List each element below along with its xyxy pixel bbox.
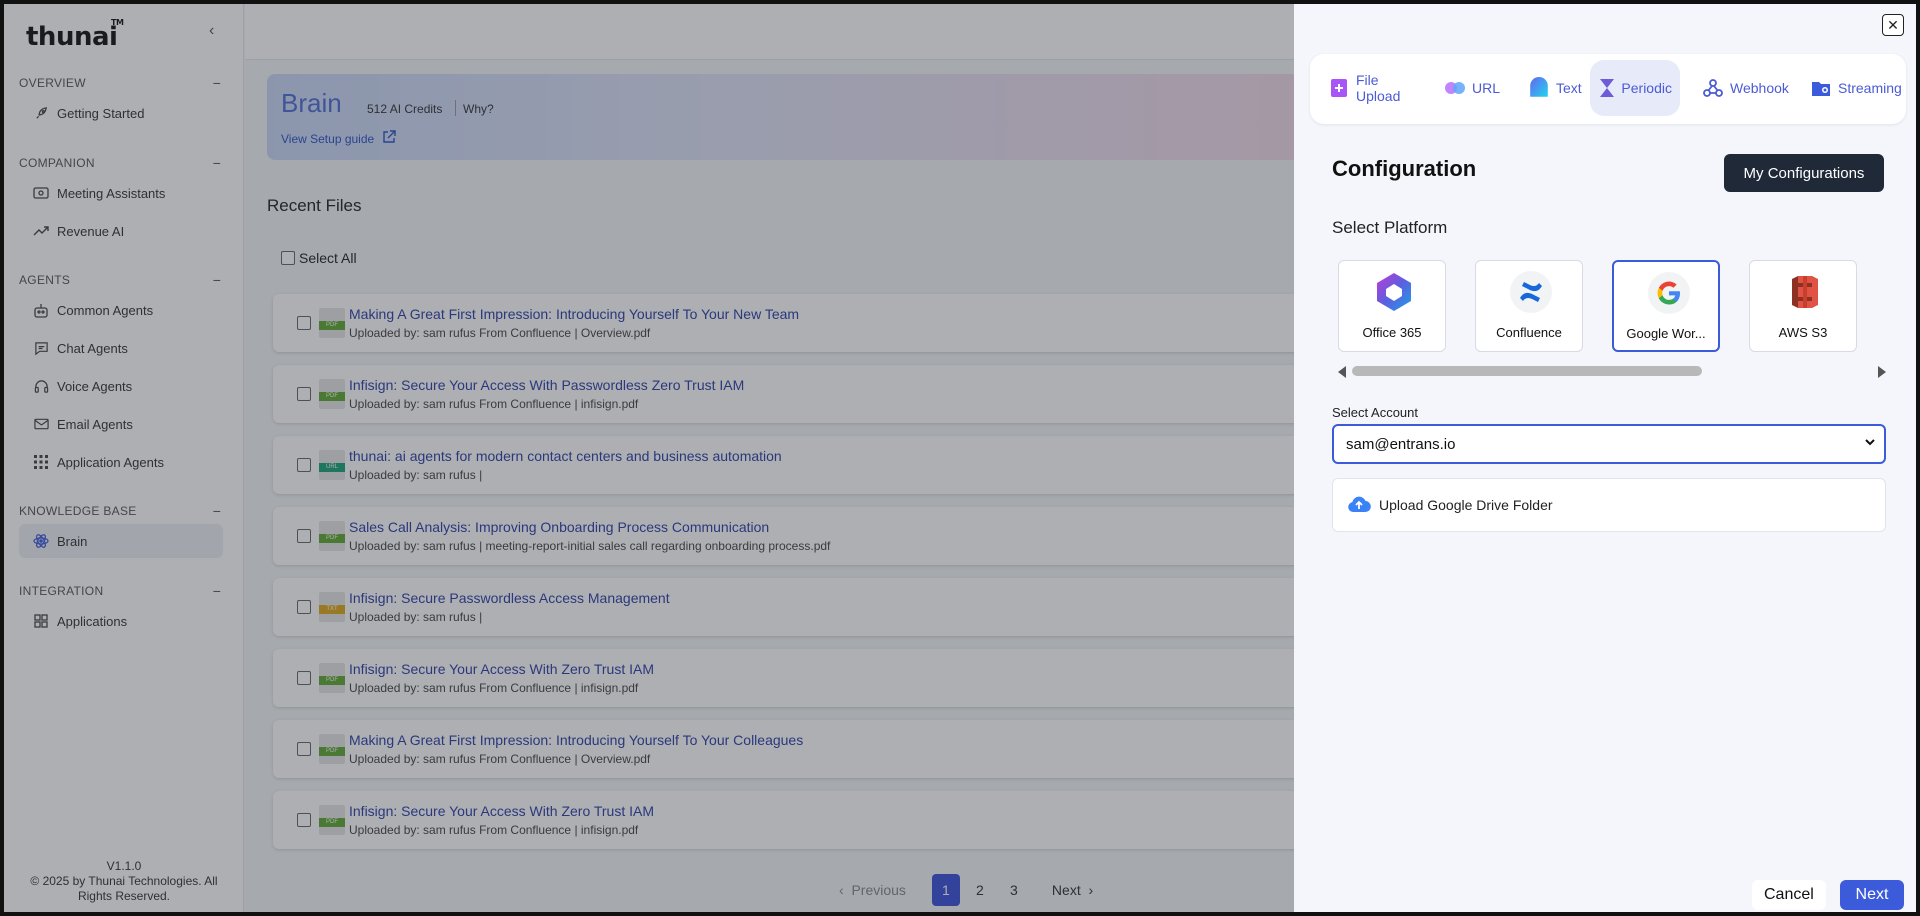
- modal-backdrop[interactable]: [4, 4, 1294, 912]
- webhook-icon: [1702, 77, 1724, 99]
- tab-file-upload[interactable]: File Upload: [1320, 60, 1416, 116]
- platform-aws-s3[interactable]: AWS S3: [1749, 260, 1857, 352]
- add-source-panel: ✕ File Upload URL Text Periodic Webhook: [1294, 4, 1916, 912]
- tab-url[interactable]: URL: [1436, 60, 1508, 116]
- office365-icon: [1373, 271, 1415, 313]
- close-icon[interactable]: ✕: [1882, 14, 1904, 36]
- platform-office-365[interactable]: Office 365: [1338, 260, 1446, 352]
- app-window: thunai TM ‹ OVERVIEW − Getting Started COM…: [4, 4, 1916, 912]
- tab-periodic[interactable]: Periodic: [1590, 60, 1680, 116]
- link-icon: [1444, 77, 1466, 99]
- upload-google-drive-folder-button[interactable]: Upload Google Drive Folder: [1332, 478, 1886, 532]
- chevron-down-icon: [1864, 436, 1876, 451]
- file-upload-icon: [1328, 77, 1350, 99]
- account-select[interactable]: sam@entrans.io: [1332, 424, 1886, 464]
- scroll-right-icon[interactable]: [1878, 366, 1886, 378]
- aws-s3-icon: [1784, 271, 1826, 313]
- select-account-label: Select Account: [1332, 405, 1418, 420]
- cloud-upload-icon: [1347, 495, 1371, 516]
- hourglass-icon: [1598, 77, 1615, 99]
- configuration-title: Configuration: [1332, 156, 1477, 181]
- confluence-icon: [1510, 271, 1552, 313]
- cancel-button[interactable]: Cancel: [1752, 880, 1826, 910]
- platform-google-workspace[interactable]: Google Wor...: [1612, 260, 1720, 352]
- scroll-left-icon[interactable]: [1338, 366, 1346, 378]
- platform-confluence[interactable]: Confluence: [1475, 260, 1583, 352]
- select-platform-label: Select Platform: [1332, 218, 1448, 237]
- tab-streaming[interactable]: Streaming: [1802, 60, 1910, 116]
- scrollbar-thumb[interactable]: [1352, 366, 1702, 376]
- streaming-icon: [1810, 77, 1832, 99]
- tab-text[interactable]: Text: [1520, 60, 1590, 116]
- source-tabs: File Upload URL Text Periodic Webhook St…: [1310, 54, 1906, 124]
- platform-scrollbar[interactable]: [1338, 364, 1886, 378]
- text-icon: [1528, 77, 1550, 99]
- google-icon: [1648, 272, 1690, 314]
- my-configurations-button[interactable]: My Configurations: [1724, 154, 1884, 192]
- tab-webhook[interactable]: Webhook: [1694, 60, 1797, 116]
- next-button[interactable]: Next: [1840, 880, 1904, 910]
